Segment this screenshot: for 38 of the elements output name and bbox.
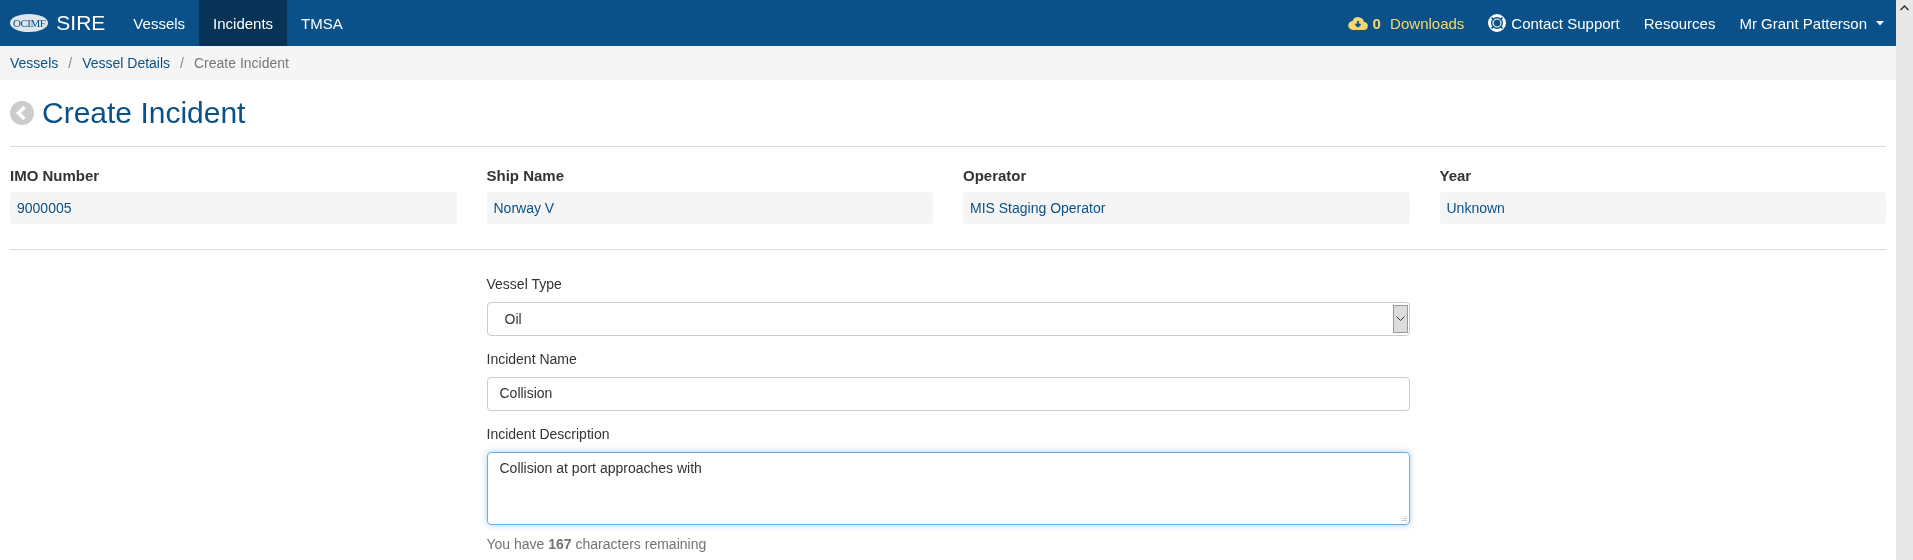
field-label: Operator bbox=[963, 167, 1028, 184]
textarea-field[interactable]: Collision at port approaches with bbox=[486, 452, 1410, 525]
back-icon[interactable] bbox=[10, 101, 34, 125]
readonly-field: 9000005 bbox=[10, 192, 457, 224]
resize-grip-icon bbox=[1399, 515, 1407, 522]
vessel-type-dropdown[interactable]: Oil bbox=[486, 302, 1410, 336]
resources-link[interactable]: Resources bbox=[1631, 0, 1728, 46]
page-title: Create Incident bbox=[42, 96, 246, 130]
user-menu[interactable]: Mr Grant Patterson bbox=[1727, 0, 1896, 46]
dropdown-button[interactable] bbox=[1392, 305, 1408, 333]
field-label: Ship Name bbox=[486, 167, 566, 184]
nav-link[interactable]: TMSA bbox=[287, 0, 357, 46]
characters-remaining-text: You have 167 characters remaining bbox=[486, 536, 708, 552]
readonly-field: MIS Staging Operator bbox=[963, 192, 1410, 224]
readonly-field: Unknown bbox=[1439, 192, 1886, 224]
logo[interactable]: OCIMF bbox=[10, 14, 49, 32]
chevron-down-icon bbox=[1395, 316, 1405, 322]
input-field[interactable]: Collision bbox=[486, 377, 1410, 411]
breadcrumb-separator: / bbox=[180, 55, 184, 71]
field-label: Incident Name bbox=[486, 351, 578, 367]
readonly-field: Norway V bbox=[486, 192, 933, 224]
field-label: Incident Description bbox=[486, 426, 611, 442]
breadcrumb-current: Create Incident bbox=[193, 55, 289, 71]
nav-link[interactable]: Incidents bbox=[199, 0, 288, 46]
scrollbar[interactable] bbox=[1896, 0, 1913, 560]
contact-support-link[interactable]: Contact Support bbox=[1476, 0, 1632, 46]
nav-link[interactable]: Vessels bbox=[119, 0, 200, 46]
breadcrumb-link[interactable]: Vessel Details bbox=[82, 55, 171, 71]
field-label: Year bbox=[1439, 167, 1473, 184]
brand-link[interactable]: SIRE bbox=[56, 11, 106, 35]
breadcrumb-separator: / bbox=[68, 55, 73, 71]
downloads-link[interactable]: 0 Downloads bbox=[1335, 0, 1477, 46]
field-label: IMO Number bbox=[10, 167, 101, 184]
cloud-download-icon bbox=[1347, 15, 1368, 31]
field-label: Vessel Type bbox=[486, 276, 563, 292]
lifebuoy-icon bbox=[1488, 14, 1507, 32]
caret-icon bbox=[1876, 20, 1884, 26]
breadcrumb-link[interactable]: Vessels bbox=[10, 55, 59, 71]
